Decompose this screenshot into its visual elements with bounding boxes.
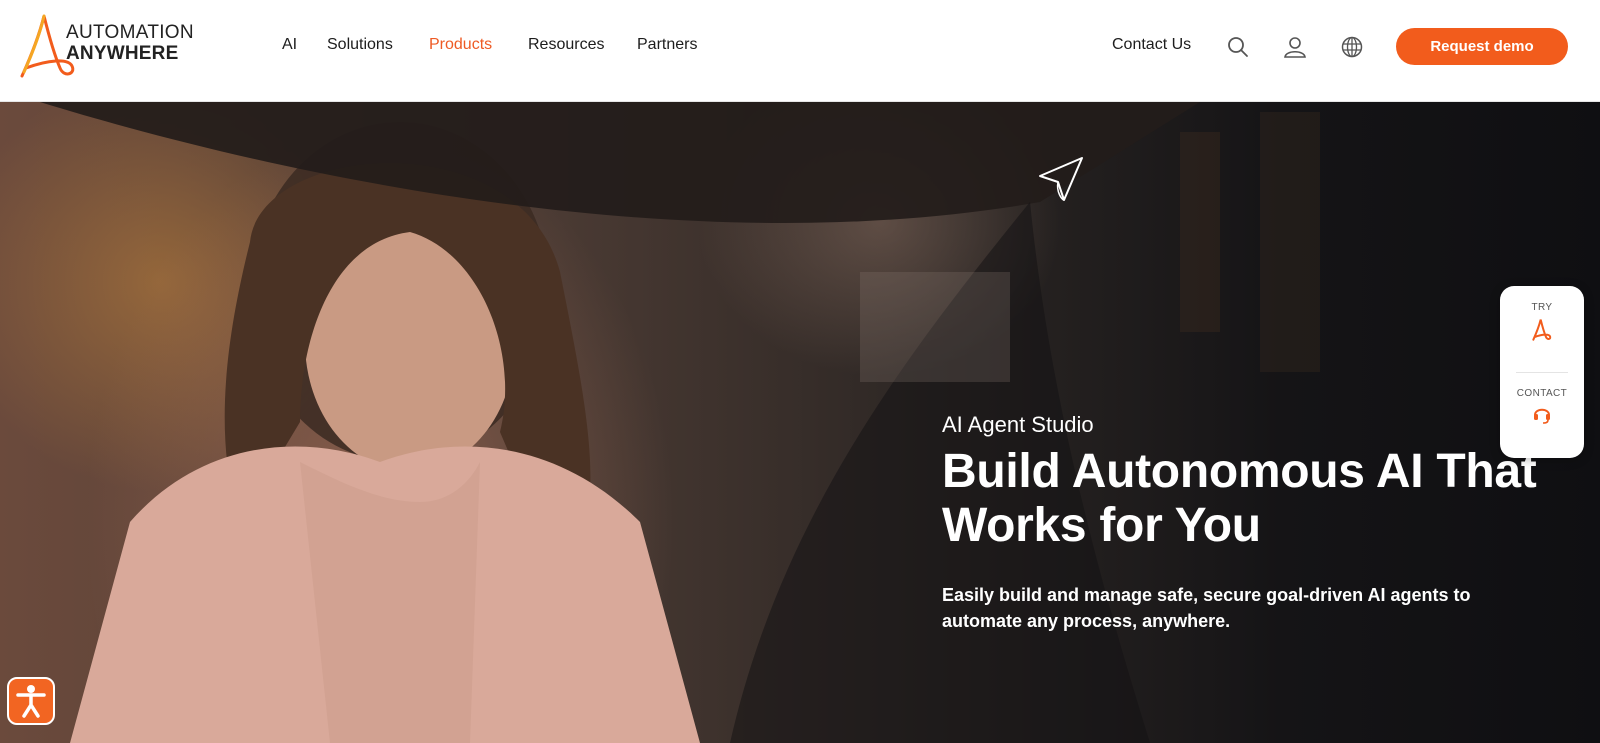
nav-item-products[interactable]: Products	[429, 36, 492, 54]
hero-subtitle: Easily build and manage safe, secure goa…	[942, 585, 1471, 631]
logo-line-2: ANYWHERE	[66, 43, 179, 64]
globe-icon[interactable]	[1340, 35, 1364, 59]
nav-item-partners[interactable]: Partners	[637, 36, 697, 54]
hero-title: Build Autonomous AI That Works for You	[942, 445, 1537, 552]
automation-anywhere-logo[interactable]: AUTOMATION ANYWHERE	[18, 14, 198, 80]
logo-wordmark: AUTOMATION ANYWHERE	[66, 22, 194, 64]
nav-item-resources[interactable]: Resources	[528, 36, 604, 54]
hero-eyebrow: AI Agent Studio	[942, 412, 1094, 437]
logo-a-icon	[1532, 319, 1552, 341]
user-icon[interactable]	[1283, 35, 1307, 59]
contact-us-link[interactable]: Contact Us	[1112, 36, 1191, 54]
contact-label: CONTACT	[1516, 388, 1568, 399]
site-header: AUTOMATION ANYWHERE AI Solutions Product…	[0, 0, 1600, 102]
nav-item-ai[interactable]: AI	[282, 36, 297, 54]
hero-image	[40, 102, 1320, 743]
headset-icon	[1534, 408, 1550, 424]
accessibility-icon	[16, 685, 46, 718]
search-icon[interactable]	[1226, 35, 1250, 59]
contact-widget-button[interactable]: CONTACT	[1500, 372, 1584, 444]
try-widget-button[interactable]: TRY	[1500, 286, 1584, 358]
hero-section: AI Agent Studio Build Autonomous AI That…	[0, 102, 1600, 743]
try-label: TRY	[1531, 302, 1553, 313]
nav-item-solutions[interactable]: Solutions	[327, 36, 393, 54]
logo-line-1: AUTOMATION	[66, 22, 194, 43]
side-widget: TRY CONTACT	[1500, 286, 1584, 458]
request-demo-button[interactable]: Request demo	[1396, 28, 1568, 65]
accessibility-button[interactable]	[7, 677, 55, 725]
